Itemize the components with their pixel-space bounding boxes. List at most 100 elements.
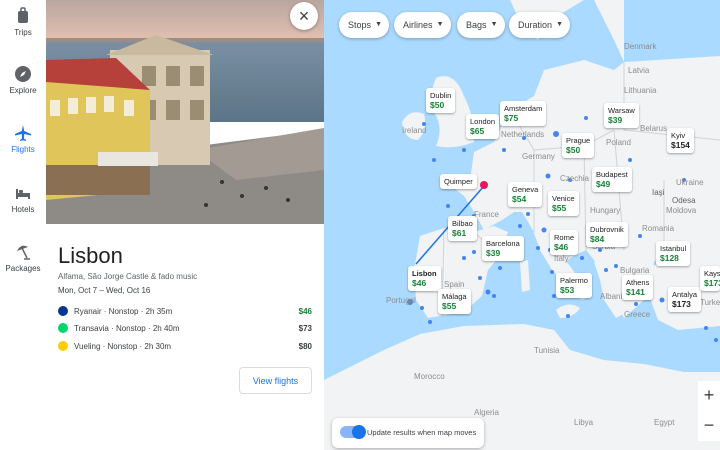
- close-button[interactable]: ×: [290, 2, 318, 30]
- chevron-down-icon: ▼: [556, 21, 564, 28]
- compass-icon: [15, 66, 31, 82]
- price-pin-palermo[interactable]: Palermo $53: [556, 273, 592, 298]
- pin-price: $141: [626, 287, 645, 297]
- nav-label: Hotels: [11, 205, 35, 214]
- toggle-switch[interactable]: [340, 425, 366, 439]
- airline-logo-icon: [58, 306, 68, 316]
- pin-price: $53: [560, 285, 575, 295]
- nav-item-flights[interactable]: Flights: [0, 119, 46, 169]
- nav-label: Flights: [11, 145, 35, 154]
- country-label: Bulgaria: [620, 266, 650, 275]
- price-pin-bilbao[interactable]: Bilbao $61: [448, 216, 477, 241]
- price-pin-dubrovnik[interactable]: Dubrovnik $84: [586, 222, 628, 247]
- city-subtitle: Alfama, São Jorge Castle & fado music: [58, 272, 198, 281]
- bed-icon: [16, 189, 30, 199]
- flight-details: Vueling · Nonstop · 2h 30m: [74, 342, 172, 351]
- country-label: Germany: [522, 152, 555, 161]
- country-label: Tunisia: [534, 346, 560, 355]
- country-label: Algeria: [474, 408, 499, 417]
- country-label: Libya: [574, 418, 594, 427]
- price-pin-antalya[interactable]: Antalya $173: [668, 287, 702, 312]
- app-window: Trips Explore Flights Hotels Packages × …: [0, 0, 720, 450]
- price-pin-london[interactable]: London $65: [466, 114, 500, 139]
- nav-item-packages[interactable]: Packages: [0, 238, 46, 288]
- pin-city: Bilbao: [452, 219, 473, 228]
- nav-item-hotels[interactable]: Hotels: [0, 179, 46, 229]
- filter-bags[interactable]: Bags ▼: [457, 12, 505, 38]
- price-pin-istanbul[interactable]: Istanbul $128: [656, 241, 691, 266]
- pin-city: Barcelona: [486, 239, 520, 248]
- pin-price: $46: [412, 278, 427, 288]
- pin-city: Lisbon: [412, 269, 437, 278]
- pin-price: $39: [486, 248, 501, 258]
- country-label: Ukraine: [676, 178, 704, 187]
- country-label: Italy: [554, 254, 569, 263]
- price-pin-rome[interactable]: Rome $46: [550, 230, 579, 255]
- price-pin-lisbon[interactable]: Lisbon $46: [408, 266, 441, 291]
- pin-price: $65: [470, 126, 485, 136]
- pin-city: Athens: [626, 278, 650, 287]
- price-pin-prague[interactable]: Prague $50: [562, 133, 595, 158]
- pin-price: $55: [442, 301, 457, 311]
- flight-price: $46: [298, 307, 312, 316]
- city-label: Iaşi: [652, 188, 665, 197]
- price-pin-athens[interactable]: Athens $141: [622, 275, 654, 300]
- update-results-toggle[interactable]: Update results when map moves: [332, 418, 484, 448]
- price-pin-geneva[interactable]: Geneva $54: [508, 182, 543, 207]
- nav-label: Trips: [14, 28, 32, 37]
- pin-price: $39: [608, 115, 623, 125]
- pin-price: $173: [672, 299, 691, 309]
- country-label: Spain: [444, 280, 465, 289]
- country-label: Morocco: [414, 372, 445, 381]
- pin-city: Dublin: [430, 91, 452, 100]
- pin-city: Istanbul: [660, 244, 687, 253]
- flight-option[interactable]: Ryanair · Nonstop · 2h 35m $46: [58, 304, 312, 320]
- pin-price: $75: [504, 113, 519, 123]
- airline-logo-icon: [58, 341, 68, 351]
- filter-stops[interactable]: Stops ▼: [339, 12, 390, 38]
- country-label: Latvia: [628, 66, 650, 75]
- price-pin-kayseri[interactable]: Kays$173: [700, 266, 720, 291]
- pin-price: $173: [704, 278, 720, 288]
- nav-item-trips[interactable]: Trips: [0, 2, 46, 52]
- filter-airlines[interactable]: Airlines ▼: [394, 12, 451, 38]
- pin-price: $154: [671, 140, 690, 150]
- price-pin-quimper[interactable]: Quimper: [440, 174, 477, 189]
- explore-map[interactable]: Stops ▼ Airlines ▼ Bags ▼ Duration ▼ Denmark…: [324, 0, 720, 450]
- pin-city: Venice: [552, 194, 575, 203]
- country-label: Poland: [606, 138, 631, 147]
- price-pin-barcelona[interactable]: Barcelona $39: [482, 236, 524, 261]
- toggle-label: Update results when map moves: [367, 428, 477, 437]
- destination-panel: × Lisbon Alfama, São Jorge Castle & fado…: [46, 0, 324, 450]
- pin-price: $84: [590, 234, 605, 244]
- pin-city: Rome: [554, 233, 575, 242]
- filter-label: Duration: [518, 20, 553, 30]
- zoom-in-button[interactable]: +: [698, 381, 720, 411]
- price-pin-malaga[interactable]: Málaga $55: [438, 289, 471, 314]
- pin-city: Málaga: [442, 292, 467, 301]
- country-label: Ireland: [402, 126, 427, 135]
- filter-label: Airlines: [403, 20, 433, 30]
- zoom-out-button[interactable]: −: [698, 411, 720, 441]
- country-label: Lithuania: [624, 86, 657, 95]
- destination-photo: [46, 0, 324, 224]
- flight-option[interactable]: Vueling · Nonstop · 2h 30m $80: [58, 339, 312, 355]
- pin-price: $49: [596, 179, 611, 189]
- price-pin-budapest[interactable]: Budapest $49: [592, 167, 632, 192]
- price-pin-warsaw[interactable]: Warsaw $39: [604, 103, 639, 128]
- filter-label: Bags: [466, 20, 487, 30]
- price-pin-amsterdam[interactable]: Amsterdam $75: [500, 101, 547, 126]
- price-pin-kyiv[interactable]: Kyiv $154: [667, 128, 694, 153]
- nav-label: Explore: [9, 86, 37, 95]
- price-pin-venice[interactable]: Venice $55: [548, 191, 579, 216]
- country-label: Denmark: [624, 42, 657, 51]
- view-flights-button[interactable]: View flights: [239, 367, 312, 394]
- nav-item-explore[interactable]: Explore: [0, 60, 46, 110]
- flight-details: Ryanair · Nonstop · 2h 35m: [74, 307, 173, 316]
- city-title: Lisbon: [58, 243, 123, 268]
- price-pin-dublin[interactable]: Dublin $50: [426, 88, 456, 113]
- flight-option[interactable]: Transavia · Nonstop · 2h 40m $73: [58, 321, 312, 337]
- pin-price: $128: [660, 253, 679, 263]
- pin-price: $46: [554, 242, 569, 252]
- filter-duration[interactable]: Duration ▼: [509, 12, 571, 38]
